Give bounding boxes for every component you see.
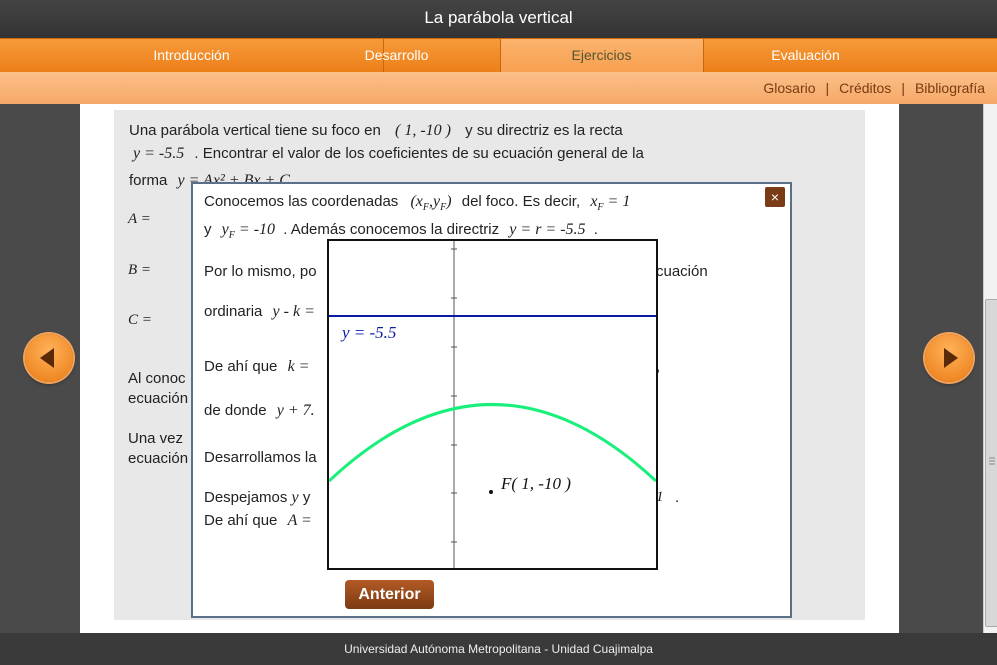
chevron-left-icon <box>40 348 54 368</box>
xf-eq: xF = 1 <box>590 193 631 214</box>
dialog-line3b: cuación <box>656 263 708 280</box>
problem-text-p5b: ecuación <box>128 450 189 467</box>
anterior-button[interactable]: Anterior <box>345 580 434 609</box>
problem-text-line1: Una parábola vertical tiene su foco en (… <box>129 122 623 140</box>
chevron-right-icon <box>944 348 958 368</box>
link-creditos[interactable]: Créditos <box>839 80 891 96</box>
dialog-text: Conocemos las coordenadas <box>204 193 399 210</box>
yf-eq: yF = -10 <box>221 221 276 242</box>
dialog-line1: Conocemos las coordenadas (xF,yF) del fo… <box>204 193 630 213</box>
problem-text: forma <box>129 172 168 189</box>
link-glosario[interactable]: Glosario <box>763 80 815 96</box>
scrollbar-thumb[interactable] <box>985 299 997 627</box>
graph-canvas: y = -5.5 F( 1, -10 ) <box>327 241 658 568</box>
dialog-text: . Además conocemos la directriz <box>283 221 500 238</box>
dialog-line4: ordinaria y - k = <box>204 303 315 321</box>
vertical-scrollbar[interactable] <box>983 104 997 633</box>
dialog-text: y <box>302 489 311 506</box>
dialog-text: . <box>593 221 598 238</box>
problem-text: y su directriz es la recta <box>465 122 623 139</box>
tab-desarrollo[interactable]: Desarrollo <box>300 39 493 72</box>
dialog-text: ordinaria <box>204 303 263 320</box>
secondary-nav: Glosario | Créditos | Bibliografía <box>0 72 997 104</box>
problem-text-p5a: Una vez <box>128 430 184 447</box>
dialog-text: De ahí que <box>204 512 278 529</box>
problem-text: . Encontrar el valor de los coeficientes… <box>194 145 644 162</box>
k-eq: k = <box>287 358 310 375</box>
grip-icon <box>989 457 995 465</box>
dialog-text: De ahí que <box>204 358 278 375</box>
link-bibliografia[interactable]: Bibliografía <box>915 80 985 96</box>
link-separator: | <box>901 80 905 96</box>
window-title: La parábola vertical <box>0 0 997 38</box>
label-b: B = <box>128 262 152 278</box>
problem-text-p4a: Al conoc <box>128 370 186 387</box>
main-nav: Introducción Desarrollo Ejercicios Evalu… <box>0 38 997 73</box>
dialog-line6: de donde y + 7. <box>204 402 315 420</box>
problem-text-line2: y = -5.5 . Encontrar el valor de los coe… <box>133 145 644 163</box>
problem-text: Una parábola vertical tiene su foco en <box>129 122 381 139</box>
dialog-line3a: Por lo mismo, po <box>204 263 317 280</box>
tab-ejercicios[interactable]: Ejercicios <box>500 39 703 72</box>
secondary-links: Glosario | Créditos | Bibliografía <box>763 72 985 104</box>
previous-page-button[interactable] <box>25 334 73 382</box>
dialog-line7: Desarrollamos la <box>204 449 317 466</box>
dialog-text: Despejamos <box>204 489 288 506</box>
a-eq: A = <box>287 512 312 529</box>
problem-text-p4b: ecuación <box>128 390 189 407</box>
directrix-eq: y = -5.5 <box>133 145 185 162</box>
dialog-line8-dot: . <box>675 489 680 506</box>
tab-evaluacion[interactable]: Evaluación <box>704 39 907 72</box>
dialog-text: de donde <box>204 402 267 419</box>
dialog-line5: De ahí que k = <box>204 358 309 376</box>
dialog-text: del foco. Es decir, <box>461 193 581 210</box>
focus-coords-symbol: (xF,yF) <box>410 193 452 214</box>
label-a: A = <box>128 211 151 227</box>
focus-coords: ( 1, -10 ) <box>395 122 451 139</box>
y-symbol: y <box>291 489 299 506</box>
focus-label: F( 1, -10 ) <box>500 474 571 493</box>
next-page-button[interactable] <box>925 334 973 382</box>
footer: Universidad Autónoma Metropolitana - Uni… <box>0 633 997 665</box>
dialog-text: y <box>204 221 212 238</box>
parabola-graph: y = -5.5 F( 1, -10 ) <box>327 239 658 570</box>
link-separator: | <box>825 80 830 96</box>
dialog-line9: De ahí que A = <box>204 512 312 530</box>
dialog-line8: Despejamos y y <box>204 489 310 507</box>
parabola-curve <box>327 403 658 483</box>
expanded-eq: y + 7. <box>276 402 315 419</box>
label-c: C = <box>128 312 152 328</box>
focus-point <box>489 490 493 494</box>
tab-divider <box>500 39 501 72</box>
directrix-eq: y = r = -5.5 <box>509 221 586 238</box>
ordinary-eq: y - k = <box>272 303 315 320</box>
close-icon[interactable]: × <box>764 186 786 208</box>
directrix-label: y = -5.5 <box>340 323 396 342</box>
